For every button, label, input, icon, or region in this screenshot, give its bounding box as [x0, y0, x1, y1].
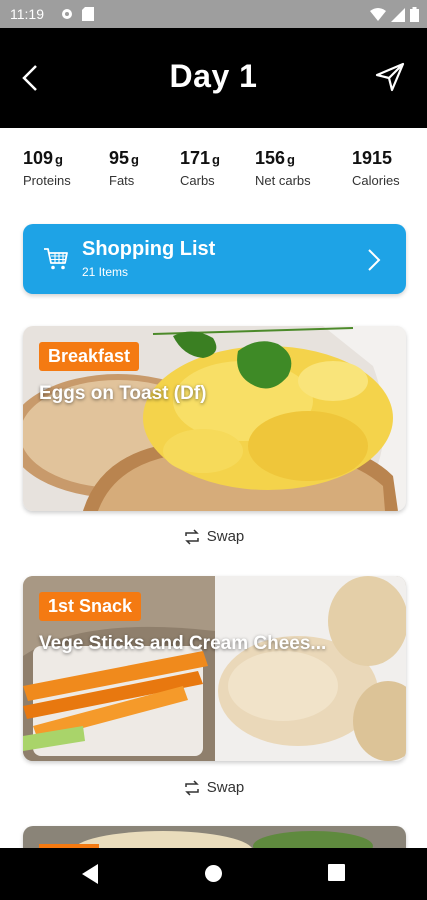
wifi-icon	[370, 8, 386, 21]
meal-title: Vege Sticks and Cream Chees...	[39, 633, 327, 654]
macro-value: 95	[109, 148, 130, 168]
macro-label: Fats	[109, 173, 135, 188]
status-time: 11:19	[10, 6, 44, 22]
meal-type-tag: 1st Snack	[39, 592, 142, 621]
meal-card-1st-snack[interactable]: 1st Snack Vege Sticks and Cream Chees...	[23, 576, 406, 761]
swap-button[interactable]: Swap	[0, 528, 427, 546]
macros-summary: 109 g Proteins 95 g Fats 171 g Carbs 156 g N…	[0, 148, 427, 198]
macro-label: Calories	[352, 173, 400, 188]
swap-icon	[184, 529, 199, 545]
macro-label: Carbs	[180, 173, 215, 188]
settings-icon	[62, 9, 72, 19]
swap-button[interactable]: Swap	[0, 779, 427, 797]
signal-icon	[391, 7, 405, 22]
shopping-cart-icon	[44, 248, 68, 270]
macro-fats: 95 g Fats	[109, 148, 139, 188]
send-icon[interactable]	[375, 62, 405, 92]
header-bar: Day 1	[0, 28, 427, 128]
macro-unit: g	[212, 152, 220, 167]
shopping-list-title: Shopping List	[82, 238, 216, 260]
sd-card-icon	[82, 7, 94, 21]
status-bar: 11:19	[0, 0, 427, 28]
macro-label: Proteins	[23, 173, 71, 188]
nav-home-icon[interactable]	[204, 864, 223, 883]
macro-proteins: 109 g Proteins	[23, 148, 71, 188]
macro-carbs: 171 g Carbs	[180, 148, 220, 188]
battery-icon	[410, 7, 419, 22]
meal-title: Eggs on Toast (Df)	[39, 383, 207, 404]
nav-recents-icon[interactable]	[328, 864, 345, 881]
macro-value: 171	[180, 148, 211, 168]
macro-unit: g	[55, 152, 63, 167]
macro-value: 156	[255, 148, 286, 168]
macro-value: 1915	[352, 148, 393, 168]
shopping-list-count: 21 Items	[82, 265, 129, 279]
nav-back-icon[interactable]	[82, 864, 100, 884]
system-nav-bar	[0, 848, 427, 900]
swap-label: Swap	[206, 528, 245, 545]
macro-label: Net carbs	[255, 173, 311, 188]
meal-type-tag: Breakfast	[39, 342, 140, 371]
swap-label: Swap	[206, 779, 245, 796]
macro-value: 109	[23, 148, 54, 168]
swap-icon	[184, 780, 199, 796]
macro-net-carbs: 156 g Net carbs	[255, 148, 311, 188]
macro-unit: g	[287, 152, 295, 167]
macro-unit: g	[131, 152, 139, 167]
macro-calories: 1915 Calories	[352, 148, 400, 188]
shopping-list-button[interactable]: Shopping List 21 Items	[23, 224, 406, 294]
page-title: Day 1	[169, 58, 258, 94]
meal-card-breakfast[interactable]: Breakfast Eggs on Toast (Df)	[23, 326, 406, 511]
chevron-right-icon	[368, 249, 381, 271]
